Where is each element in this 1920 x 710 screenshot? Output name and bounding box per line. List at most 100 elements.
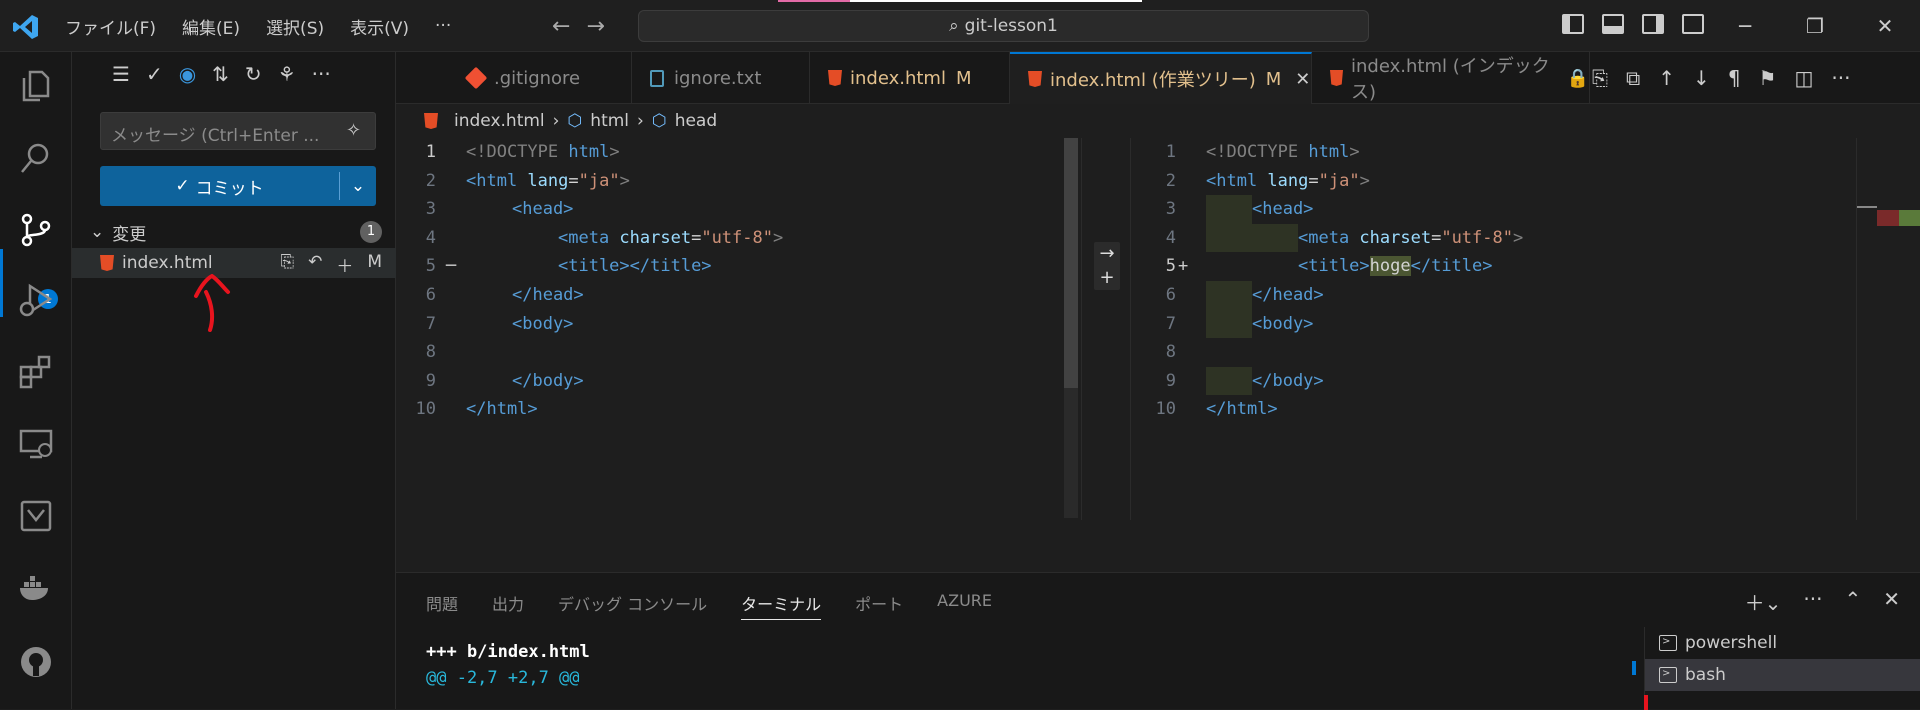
search-view-icon[interactable] xyxy=(18,140,54,176)
more-actions-icon[interactable]: ··· xyxy=(1803,587,1822,616)
code-token: </body> xyxy=(1252,370,1324,391)
code-token: </title> xyxy=(1410,256,1493,277)
pull-request-icon[interactable]: ⇅ xyxy=(212,62,229,86)
changed-file-item[interactable]: index.html ⎘ ↶ ＋ M xyxy=(72,248,396,278)
code-token: > xyxy=(772,227,784,248)
github-icon[interactable] xyxy=(18,644,54,680)
breadcrumb-file[interactable]: index.html xyxy=(454,111,545,131)
commit-button[interactable]: ✓ コミット ⌄ xyxy=(100,166,376,206)
restore-button[interactable]: ❐ xyxy=(1780,0,1850,52)
tab-label: index.html (作業ツリー) xyxy=(1050,70,1256,91)
customize-layout-icon[interactable] xyxy=(1682,14,1704,34)
close-window-button[interactable]: ✕ xyxy=(1850,0,1920,52)
terminal-bash[interactable]: > bash xyxy=(1645,659,1920,691)
whitespace-icon[interactable]: ¶ xyxy=(1728,66,1741,90)
forward-arrow-icon[interactable]: → xyxy=(586,14,604,39)
line-number: 1 xyxy=(1165,142,1176,162)
tab-index-html[interactable]: index.html M xyxy=(810,52,1010,104)
copilot-icon[interactable]: ◉ xyxy=(179,62,196,86)
commit-message-input[interactable]: メッセージ (Ctrl+Enter ... xyxy=(100,112,376,150)
remote-explorer-icon[interactable] xyxy=(18,426,54,462)
original-code-pane[interactable]: 1 <!DOCTYPE html> 2 <html lang="ja"> 3 <hea… xyxy=(396,138,1064,424)
modified-code-pane[interactable]: 1 <!DOCTYPE html> 2 <html lang="ja"> 3 <hea… xyxy=(1136,138,1856,424)
minimize-button[interactable]: ─ xyxy=(1710,0,1780,52)
code-token: "ja" xyxy=(1318,170,1360,191)
compare-icon[interactable]: ⧉ xyxy=(1626,66,1640,90)
sparkle-icon[interactable]: ✧ xyxy=(346,120,361,141)
new-terminal-icon[interactable]: ＋⌄ xyxy=(1745,587,1782,616)
original-scrollbar[interactable] xyxy=(1064,138,1078,388)
open-file-icon[interactable]: ⎘ xyxy=(1592,66,1608,90)
close-icon[interactable]: ✕ xyxy=(1295,69,1310,90)
line-number: 4 xyxy=(425,227,436,248)
source-control-icon[interactable] xyxy=(18,212,54,248)
refresh-icon[interactable]: ↻ xyxy=(245,62,262,86)
tab-azure[interactable]: AZURE xyxy=(937,591,992,620)
menu-view[interactable]: 表示(V) xyxy=(337,14,422,39)
layout-controls xyxy=(1562,14,1704,34)
map-icon[interactable]: ⚑ xyxy=(1759,66,1777,90)
commit-check-icon[interactable]: ✓ xyxy=(146,62,163,86)
tab-index-html-working-tree[interactable]: index.html (作業ツリー) M ✕ xyxy=(1010,52,1312,104)
terminal-powershell[interactable]: > powershell xyxy=(1645,627,1920,659)
stage-changes-icon[interactable]: ＋ xyxy=(336,252,353,277)
code-line: 3 <head> xyxy=(1136,195,1856,224)
menu-selection[interactable]: 選択(S) xyxy=(253,14,337,39)
tab-ignore-txt[interactable]: ignore.txt xyxy=(632,52,810,104)
terminal-output[interactable]: +++ b/index.html @@ -2,7 +2,7 @@ xyxy=(426,639,590,691)
breadcrumb-html[interactable]: html xyxy=(590,111,629,131)
line-number: 10 xyxy=(415,399,436,420)
maximize-panel-icon[interactable]: ⌃ xyxy=(1844,587,1861,616)
tab-index-html-index[interactable]: index.html (インデックス) 🔒 xyxy=(1312,52,1590,104)
more-actions-icon[interactable]: ··· xyxy=(312,62,331,86)
tab-ports[interactable]: ポート xyxy=(855,591,903,620)
graph-icon[interactable]: ⚘ xyxy=(278,62,296,86)
toggle-panel-icon[interactable] xyxy=(1602,14,1624,34)
tab-output[interactable]: 出力 xyxy=(492,591,524,620)
next-change-icon[interactable]: ↓ xyxy=(1693,66,1710,90)
azure-icon[interactable] xyxy=(18,498,54,534)
tab-problems[interactable]: 問題 xyxy=(426,591,458,620)
split-editor-icon[interactable]: ◫ xyxy=(1794,66,1813,90)
file-actions: ⎘ ↶ ＋ M xyxy=(280,252,382,277)
menu-edit[interactable]: 編集(E) xyxy=(169,14,253,39)
open-file-icon[interactable]: ⎘ xyxy=(280,252,294,277)
discard-changes-icon[interactable]: ↶ xyxy=(308,252,322,277)
toggle-secondary-sidebar-icon[interactable] xyxy=(1642,14,1664,34)
run-debug-icon[interactable] xyxy=(18,282,54,318)
menu-file[interactable]: ファイル(F) xyxy=(52,14,169,39)
tab-debug-console[interactable]: デバッグ コンソール xyxy=(558,591,707,620)
code-line: 4 <meta charset="utf-8"> xyxy=(1136,223,1856,253)
add-icon: + xyxy=(1099,267,1115,288)
code-token: = xyxy=(691,227,702,248)
close-panel-icon[interactable]: ✕ xyxy=(1883,587,1900,616)
menu-more[interactable]: ··· xyxy=(422,16,464,36)
more-actions-icon[interactable]: ··· xyxy=(1831,66,1850,90)
vscode-logo-icon[interactable] xyxy=(12,13,40,41)
code-line: 10 </html> xyxy=(396,395,1064,424)
added-line: 5 + <title>hoge</title> xyxy=(1136,252,1856,281)
indent-guide-highlight xyxy=(1206,280,1252,310)
revert-block-button[interactable]: → + xyxy=(1094,242,1120,290)
docker-icon[interactable] xyxy=(18,570,54,606)
changes-group-header[interactable]: ⌄ 変更 1 xyxy=(72,218,396,246)
code-token: = xyxy=(568,170,579,191)
diff-overview-ruler[interactable] xyxy=(1856,138,1920,520)
commit-dropdown[interactable]: ⌄ xyxy=(340,166,376,206)
bottom-panel: 問題 出力 デバッグ コンソール ターミナル ポート AZURE ＋⌄ ··· … xyxy=(396,572,1920,710)
command-center-search[interactable]: ⌕ git-lesson1 xyxy=(638,10,1369,42)
breadcrumb-head[interactable]: head xyxy=(675,111,717,131)
toggle-primary-sidebar-icon[interactable] xyxy=(1562,14,1584,34)
commit-main-button[interactable]: ✓ コミット xyxy=(100,166,339,206)
tab-bar: .gitignore ignore.txt index.html M index… xyxy=(396,52,1920,104)
view-as-list-icon[interactable]: ☰ xyxy=(112,62,130,86)
explorer-icon[interactable] xyxy=(18,68,54,104)
tab-terminal[interactable]: ターミナル xyxy=(741,591,822,620)
line-number: 2 xyxy=(425,170,436,191)
scm-toolbar: ☰ ✓ ◉ ⇅ ↻ ⚘ ··· xyxy=(112,62,331,86)
extensions-icon[interactable] xyxy=(18,354,54,390)
modified-indicator: M xyxy=(955,67,972,89)
back-arrow-icon[interactable]: ← xyxy=(552,14,570,39)
tab-gitignore[interactable]: .gitignore xyxy=(450,52,632,104)
previous-change-icon[interactable]: ↑ xyxy=(1658,66,1675,90)
